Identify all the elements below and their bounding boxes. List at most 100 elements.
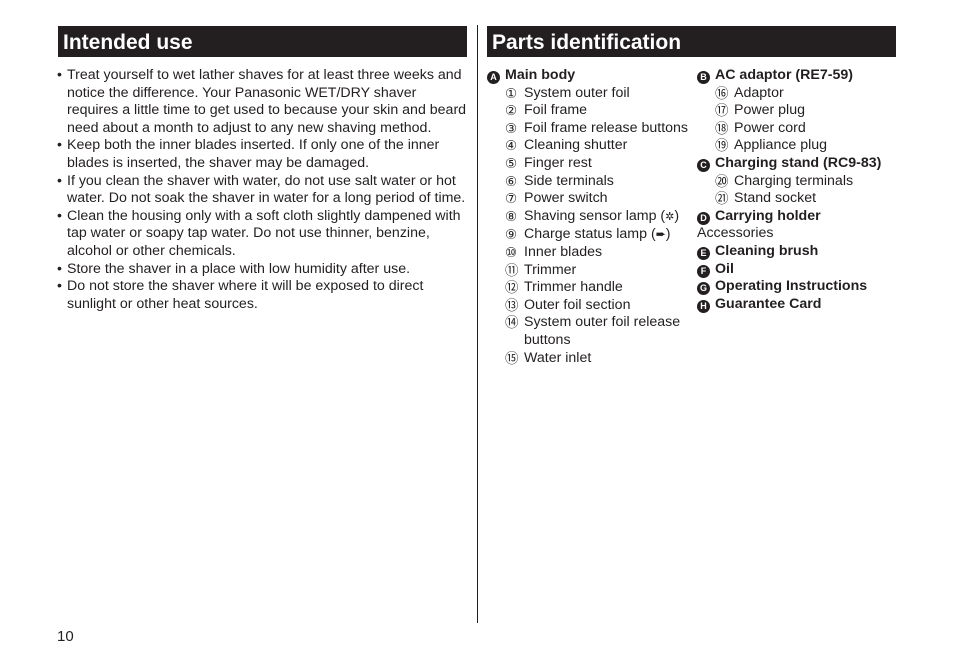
part-item: ⑭ System outer foil release buttons bbox=[487, 314, 692, 349]
bullet-icon: • bbox=[57, 67, 62, 83]
part-item: ③ Foil frame release buttons bbox=[487, 120, 692, 138]
part-item: ⑱ Power cord bbox=[697, 120, 907, 138]
part-number: ① bbox=[505, 85, 518, 101]
part-item: ㉑ Stand socket bbox=[697, 190, 907, 208]
part-item: ⑩ Inner blades bbox=[487, 244, 692, 262]
part-item: ⑮ Water inlet bbox=[487, 350, 692, 368]
bullet-text: If you clean the shaver with water, do n… bbox=[67, 172, 466, 207]
part-label: Power plug bbox=[734, 102, 805, 119]
part-item: ⑦ Power switch bbox=[487, 190, 692, 208]
part-number: ⑩ bbox=[505, 244, 518, 260]
group-carrying-holder: D Carrying holder bbox=[697, 208, 907, 226]
accessory-label: Operating Instructions bbox=[715, 278, 868, 295]
shaving-sensor-icon: ✲ bbox=[665, 210, 675, 223]
part-number: ⑰ bbox=[715, 103, 729, 119]
part-item: ⑬ Outer foil section bbox=[487, 297, 692, 315]
part-item: ② Foil frame bbox=[487, 102, 692, 120]
badge-g-icon: G bbox=[697, 282, 710, 296]
group-charging-stand: C Charging stand (RC9-83) bbox=[697, 155, 907, 173]
badge-h-icon: H bbox=[697, 299, 710, 313]
intended-use-list: • Treat yourself to wet lather shaves for… bbox=[57, 67, 469, 313]
badge-a-icon: A bbox=[487, 71, 500, 84]
part-label: Adaptor bbox=[734, 84, 784, 101]
parts-column-accessories: B AC adaptor (RE7-59) ⑯ Adaptor ⑰ Power plug… bbox=[697, 67, 907, 313]
bullet-text: Keep both the inner blades inserted. If … bbox=[67, 137, 440, 171]
badge-d-icon: D bbox=[697, 211, 710, 225]
badge-b-icon: B bbox=[697, 71, 710, 84]
part-number: ⑧ bbox=[505, 208, 518, 224]
part-label: Foil frame bbox=[524, 102, 588, 119]
part-item: ④ Cleaning shutter bbox=[487, 137, 692, 155]
part-item: ⑥ Side terminals bbox=[487, 173, 692, 191]
bullet-icon: • bbox=[57, 278, 62, 295]
list-item: • Clean the housing only with a soft clot… bbox=[57, 208, 469, 261]
accessory-guarantee-card: H Guarantee Card bbox=[697, 296, 907, 314]
part-number: ⑲ bbox=[715, 138, 729, 154]
bullet-text: Do not store the shaver where it will be… bbox=[67, 278, 424, 312]
part-label: Trimmer bbox=[524, 261, 577, 278]
part-item: ⑤ Finger rest bbox=[487, 155, 692, 173]
part-number: ⑨ bbox=[505, 227, 518, 243]
list-item: • Keep both the inner blades inserted. If… bbox=[57, 137, 469, 172]
part-item: ⑳ Charging terminals bbox=[697, 173, 907, 191]
accessories-label: Accessories bbox=[697, 225, 774, 242]
part-number: ⑥ bbox=[505, 173, 518, 189]
accessory-operating-instructions: G Operating Instructions bbox=[697, 278, 907, 296]
list-item: • Do not store the shaver where it will b… bbox=[57, 278, 469, 313]
part-item: ① System outer foil bbox=[487, 85, 692, 103]
part-item: ⑯ Adaptor bbox=[697, 85, 907, 103]
part-number: ② bbox=[505, 103, 518, 119]
part-number: ⑪ bbox=[505, 262, 519, 278]
part-label: Power cord bbox=[734, 119, 806, 136]
part-label: Outer foil section bbox=[524, 296, 631, 313]
part-item: ⑨ Charge status lamp (➨) bbox=[487, 226, 692, 244]
accessory-cleaning-brush: E Cleaning brush bbox=[697, 243, 907, 261]
parts-identification-title: Parts identification bbox=[492, 31, 682, 54]
part-label: System outer foil release buttons bbox=[524, 314, 681, 348]
group-main-body: A Main body bbox=[487, 67, 692, 85]
group-ac-adaptor: B AC adaptor (RE7-59) bbox=[697, 67, 907, 85]
part-number: ⑳ bbox=[715, 173, 729, 189]
badge-c-icon: C bbox=[697, 158, 710, 172]
part-item: ⑧ Shaving sensor lamp (✲) bbox=[487, 208, 692, 227]
part-label: Power switch bbox=[524, 190, 608, 207]
part-number: ⑭ bbox=[505, 315, 519, 331]
part-number: ③ bbox=[505, 120, 518, 136]
part-number: ⑫ bbox=[505, 280, 519, 296]
bullet-icon: • bbox=[57, 207, 62, 224]
part-label: Cleaning shutter bbox=[524, 137, 628, 154]
badge-f-icon: F bbox=[697, 264, 710, 278]
part-label: Charging terminals bbox=[734, 172, 854, 189]
group-label: AC adaptor (RE7-59) bbox=[715, 67, 853, 83]
bullet-text: Clean the housing only with a soft cloth… bbox=[67, 207, 461, 259]
part-label: System outer foil bbox=[524, 84, 630, 101]
part-number: ㉑ bbox=[715, 191, 729, 207]
part-number: ⑱ bbox=[715, 120, 729, 136]
accessory-label: Guarantee Card bbox=[715, 295, 822, 312]
part-item: ⑪ Trimmer bbox=[487, 262, 692, 280]
list-item: • Store the shaver in a place with low hu… bbox=[57, 261, 469, 279]
list-item: • Treat yourself to wet lather shaves for… bbox=[57, 67, 469, 137]
page-number: 10 bbox=[57, 628, 74, 645]
part-item: ⑰ Power plug bbox=[697, 102, 907, 120]
part-item: ⑲ Appliance plug bbox=[697, 137, 907, 155]
group-label: Charging stand (RC9-83) bbox=[715, 154, 882, 171]
intended-use-heading: Intended use bbox=[58, 26, 467, 57]
column-divider bbox=[477, 25, 478, 623]
part-label: Stand socket bbox=[734, 190, 817, 207]
bullet-icon: • bbox=[57, 260, 62, 277]
bullet-text: Treat yourself to wet lather shaves for … bbox=[67, 67, 467, 136]
part-label: Foil frame release buttons bbox=[524, 119, 689, 136]
part-number: ⑮ bbox=[505, 350, 519, 366]
part-label: Finger rest bbox=[524, 154, 592, 171]
part-label: Side terminals bbox=[524, 172, 614, 189]
parts-identification-heading: Parts identification bbox=[487, 26, 896, 57]
part-number: ⑤ bbox=[505, 155, 518, 171]
list-item: • If you clean the shaver with water, do … bbox=[57, 173, 469, 208]
part-number: ⑦ bbox=[505, 191, 518, 207]
group-label: Carrying holder bbox=[715, 207, 821, 224]
accessory-oil: F Oil bbox=[697, 261, 907, 279]
accessory-label: Oil bbox=[715, 260, 734, 277]
bullet-icon: • bbox=[57, 172, 62, 189]
part-label: Trimmer handle bbox=[524, 279, 623, 296]
